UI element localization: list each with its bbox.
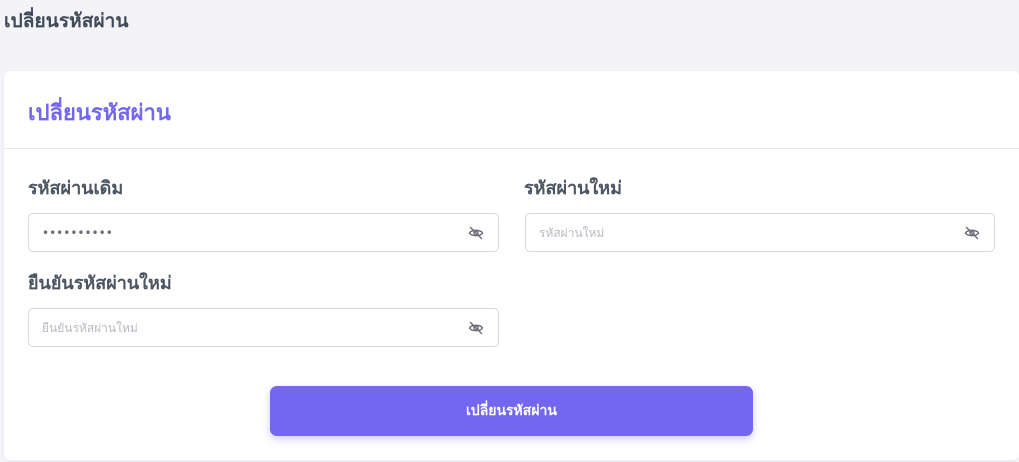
old-password-label: รหัสผ่านเดิม (28, 178, 124, 199)
new-password-label: รหัสผ่านใหม่ (524, 178, 622, 199)
card-header: เปลี่ยนรหัสผ่าน (4, 71, 1019, 149)
confirm-password-label: ยืนยันรหัสผ่านใหม่ (28, 273, 172, 294)
confirm-password-field (28, 308, 499, 347)
new-password-input[interactable] (526, 214, 994, 251)
new-password-field (525, 213, 995, 252)
confirm-password-input[interactable] (29, 309, 498, 346)
change-password-button[interactable]: เปลี่ยนรหัสผ่าน (270, 386, 753, 436)
change-password-card: เปลี่ยนรหัสผ่าน รหัสผ่านเดิม รหัสผ่านใหม… (4, 71, 1019, 460)
eye-off-icon[interactable] (468, 320, 484, 336)
eye-off-icon[interactable] (468, 225, 484, 241)
old-password-field (28, 213, 499, 252)
page-title: เปลี่ยนรหัสผ่าน (4, 10, 129, 32)
old-password-input[interactable] (29, 214, 498, 251)
card-title: เปลี่ยนรหัสผ่าน (28, 101, 171, 126)
eye-off-icon[interactable] (964, 225, 980, 241)
